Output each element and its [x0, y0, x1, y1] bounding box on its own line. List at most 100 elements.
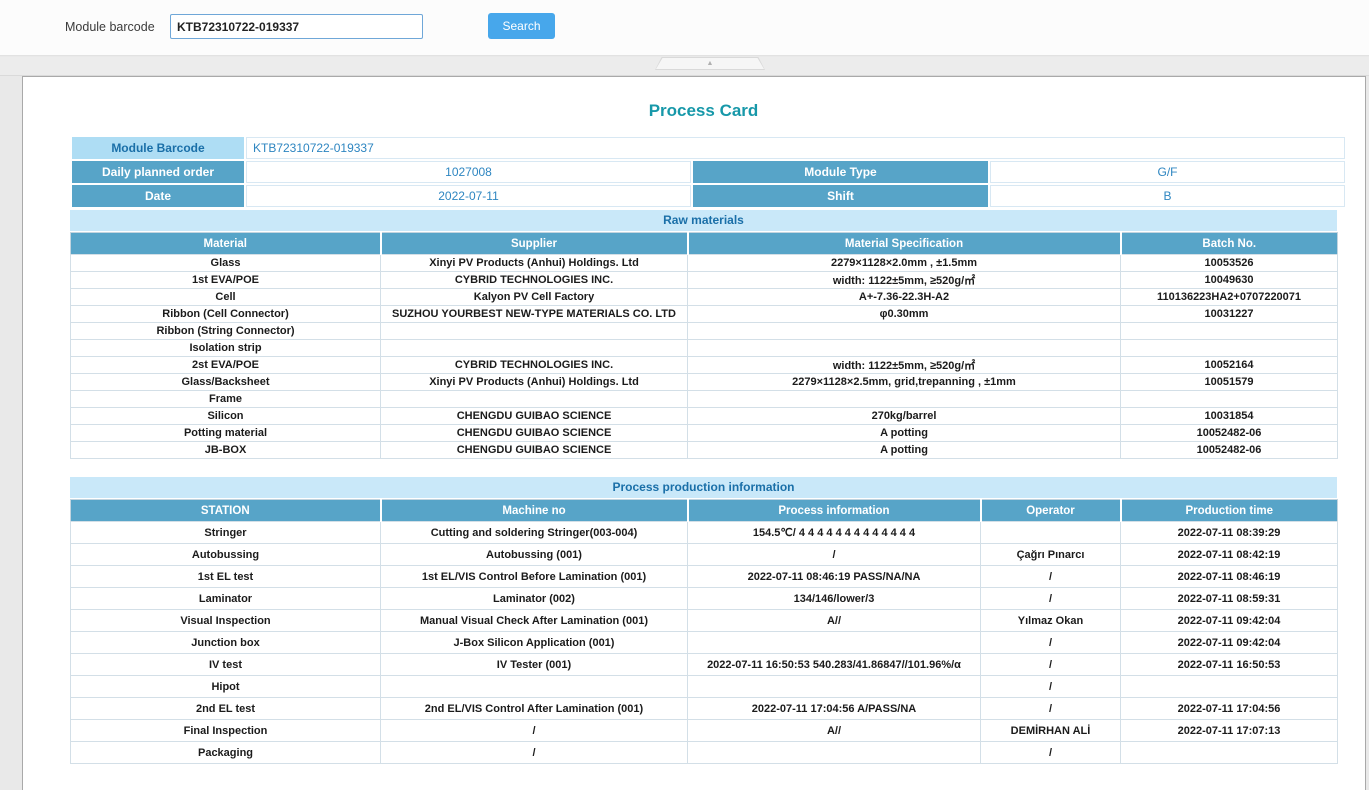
shift-value: B — [990, 185, 1345, 207]
table-cell: Laminator — [71, 588, 381, 610]
column-header-material: Material — [71, 233, 381, 255]
process-table: STATION Machine no Process information O… — [70, 499, 1338, 764]
table-cell: / — [981, 654, 1121, 676]
table-cell: 10031227 — [1121, 306, 1338, 323]
table-cell: CHENGDU GUIBAO SCIENCE — [381, 425, 688, 442]
table-row: GlassXinyi PV Products (Anhui) Holdings.… — [71, 255, 1338, 272]
table-cell: Ribbon (Cell Connector) — [71, 306, 381, 323]
date-label: Date — [72, 185, 244, 207]
module-barcode-input[interactable] — [170, 14, 423, 39]
module-type-value: G/F — [990, 161, 1345, 183]
column-header-operator: Operator — [981, 500, 1121, 522]
search-button[interactable]: Search — [488, 13, 555, 39]
table-cell: Glass/Backsheet — [71, 374, 381, 391]
table-cell: A potting — [688, 442, 1121, 459]
table-row: Final Inspection/A//DEMİRHAN ALİ2022-07-… — [71, 720, 1338, 742]
table-cell: 2022-07-11 09:42:04 — [1121, 632, 1338, 654]
table-cell: 2022-07-11 16:50:53 540.283/41.86847//10… — [688, 654, 981, 676]
table-row: Hipot/ — [71, 676, 1338, 698]
table-header-row: Material Supplier Material Specification… — [71, 233, 1338, 255]
table-cell: 2022-07-11 09:42:04 — [1121, 610, 1338, 632]
table-cell: Silicon — [71, 408, 381, 425]
column-header-material-specification: Material Specification — [688, 233, 1121, 255]
module-type-label: Module Type — [693, 161, 988, 183]
table-cell: A// — [688, 720, 981, 742]
table-cell — [381, 676, 688, 698]
table-cell: CYBRID TECHNOLOGIES INC. — [381, 272, 688, 289]
table-cell: φ0.30mm — [688, 306, 1121, 323]
table-row: IV testIV Tester (001)2022-07-11 16:50:5… — [71, 654, 1338, 676]
content-panel: Process Card Module Barcode KTB72310722-… — [22, 76, 1366, 790]
table-row: 1st EL test1st EL/VIS Control Before Lam… — [71, 566, 1338, 588]
table-cell: Potting material — [71, 425, 381, 442]
table-cell: CHENGDU GUIBAO SCIENCE — [381, 442, 688, 459]
table-row: StringerCutting and soldering Stringer(0… — [71, 522, 1338, 544]
module-info-table: Module Barcode KTB72310722-019337 Daily … — [70, 135, 1347, 209]
table-cell: Cell — [71, 289, 381, 306]
table-cell: Hipot — [71, 676, 381, 698]
table-row: Frame — [71, 391, 1338, 408]
table-cell: 1st EL/VIS Control Before Lamination (00… — [381, 566, 688, 588]
table-row: Isolation strip — [71, 340, 1338, 357]
table-cell: A potting — [688, 425, 1121, 442]
table-cell: Glass — [71, 255, 381, 272]
table-cell: 10031854 — [1121, 408, 1338, 425]
table-cell — [688, 391, 1121, 408]
table-cell: 154.5℃/ 4 4 4 4 4 4 4 4 4 4 4 4 4 — [688, 522, 981, 544]
table-cell: 270kg/barrel — [688, 408, 1121, 425]
column-header-production-time: Production time — [1121, 500, 1338, 522]
table-cell: 2nd EL test — [71, 698, 381, 720]
table-cell: 2022-07-11 08:39:29 — [1121, 522, 1338, 544]
module-barcode-header-cell: Module Barcode — [72, 137, 244, 159]
table-row: 1st EVA/POECYBRID TECHNOLOGIES INC.width… — [71, 272, 1338, 289]
table-row: Date 2022-07-11 Shift B — [72, 185, 1345, 207]
shift-label: Shift — [693, 185, 988, 207]
table-cell: width: 1122±5mm, ≥520g/㎡ — [688, 272, 1121, 289]
table-cell: A// — [688, 610, 981, 632]
table-cell: IV Tester (001) — [381, 654, 688, 676]
table-cell — [981, 522, 1121, 544]
table-cell: Kalyon PV Cell Factory — [381, 289, 688, 306]
table-cell — [381, 340, 688, 357]
table-cell — [381, 323, 688, 340]
table-cell — [1121, 676, 1338, 698]
table-cell: 10052164 — [1121, 357, 1338, 374]
process-card: Process Card Module Barcode KTB72310722-… — [70, 77, 1337, 764]
table-cell: Autobussing (001) — [381, 544, 688, 566]
module-barcode-label: Module barcode — [65, 20, 155, 34]
table-cell: 110136223HA2+0707220071 — [1121, 289, 1338, 306]
table-cell: Frame — [71, 391, 381, 408]
collapse-up-arrow-icon: ▲ — [707, 60, 714, 67]
table-cell: Autobussing — [71, 544, 381, 566]
table-cell: 2022-07-11 08:59:31 — [1121, 588, 1338, 610]
table-row: LaminatorLaminator (002)134/146/lower/3/… — [71, 588, 1338, 610]
table-row: Glass/BacksheetXinyi PV Products (Anhui)… — [71, 374, 1338, 391]
table-cell — [688, 340, 1121, 357]
table-cell — [688, 632, 981, 654]
table-row: CellKalyon PV Cell FactoryA+-7.36-22.3H-… — [71, 289, 1338, 306]
table-cell: 1st EVA/POE — [71, 272, 381, 289]
daily-planned-order-value: 1027008 — [246, 161, 691, 183]
table-cell — [688, 676, 981, 698]
collapse-panel-handle[interactable]: ▲ — [655, 57, 765, 70]
table-cell: Visual Inspection — [71, 610, 381, 632]
table-cell: 2022-07-11 08:46:19 PASS/NA/NA — [688, 566, 981, 588]
search-bar: Module barcode Search — [0, 0, 1369, 56]
table-cell — [1121, 391, 1338, 408]
table-row: Packaging// — [71, 742, 1338, 764]
table-row: Potting materialCHENGDU GUIBAO SCIENCEA … — [71, 425, 1338, 442]
table-cell: J-Box Silicon Application (001) — [381, 632, 688, 654]
raw-materials-section-header: Raw materials — [70, 210, 1337, 231]
table-cell: Çağrı Pınarcı — [981, 544, 1121, 566]
table-row: Junction boxJ-Box Silicon Application (0… — [71, 632, 1338, 654]
column-header-station: STATION — [71, 500, 381, 522]
table-cell: Xinyi PV Products (Anhui) Holdings. Ltd — [381, 255, 688, 272]
table-cell: 10053526 — [1121, 255, 1338, 272]
table-cell: / — [981, 588, 1121, 610]
page-title: Process Card — [70, 101, 1337, 121]
table-cell — [1121, 323, 1338, 340]
table-cell: 2st EVA/POE — [71, 357, 381, 374]
table-row: SiliconCHENGDU GUIBAO SCIENCE270kg/barre… — [71, 408, 1338, 425]
table-cell: 2022-07-11 17:04:56 — [1121, 698, 1338, 720]
raw-materials-table: Material Supplier Material Specification… — [70, 232, 1338, 459]
